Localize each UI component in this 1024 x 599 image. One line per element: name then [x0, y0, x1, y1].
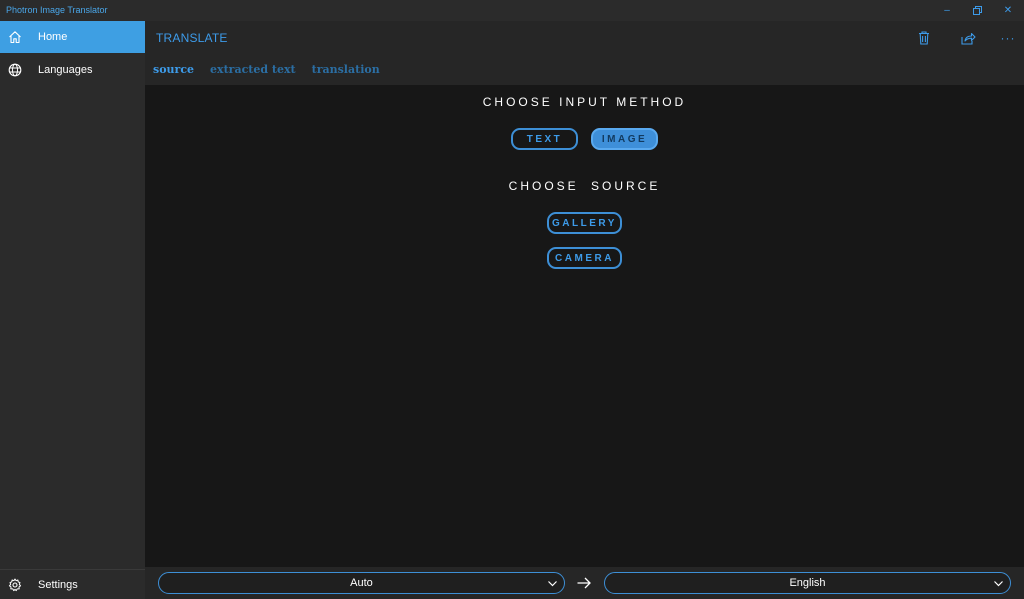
minimize-button[interactable]: –	[932, 0, 962, 21]
tab-extracted-text[interactable]: extracted text	[210, 63, 296, 76]
trash-icon	[919, 31, 929, 45]
restore-icon	[972, 6, 982, 15]
source-title: CHOOSE SOURCE	[508, 179, 661, 193]
text-input-button[interactable]: TEXT	[511, 128, 578, 150]
close-icon: ✕	[1003, 5, 1013, 16]
app-title: Photron Image Translator	[6, 5, 108, 15]
gear-icon	[0, 569, 30, 599]
main-content: CHOOSE INPUT METHOD TEXT IMAGE CHOOSE SO…	[145, 85, 1024, 567]
globe-icon	[0, 54, 30, 86]
target-language-select[interactable]: English	[604, 572, 1011, 594]
source-language-select[interactable]: Auto	[158, 572, 565, 594]
language-bar: Auto English	[145, 567, 1024, 599]
close-button[interactable]: ✕	[993, 0, 1023, 21]
sidebar-item-settings[interactable]: Settings	[0, 569, 145, 599]
app-window: Photron Image Translator – ✕ Home Langua…	[0, 0, 1024, 599]
chevron-down-icon	[548, 581, 557, 587]
arrow-right-icon[interactable]	[576, 575, 592, 591]
tab-translation[interactable]: translation	[312, 63, 380, 76]
page-header: TRANSLATE ··· source extracted text tran…	[145, 21, 1024, 85]
camera-button[interactable]: CAMERA	[547, 247, 622, 269]
share-button[interactable]	[953, 26, 983, 50]
sidebar-item-label: Home	[38, 31, 68, 43]
tab-source[interactable]: source	[153, 63, 194, 76]
title-bar: Photron Image Translator – ✕	[0, 0, 1024, 21]
home-icon	[0, 21, 30, 53]
chevron-down-icon	[994, 581, 1003, 587]
input-method-title: CHOOSE INPUT METHOD	[482, 95, 687, 109]
target-language-value: English	[789, 577, 826, 589]
sidebar-item-label: Settings	[38, 578, 78, 591]
sidebar-item-home[interactable]: Home	[0, 21, 145, 53]
image-input-button[interactable]: IMAGE	[591, 128, 658, 150]
sidebar: Home Languages Settings	[0, 21, 145, 599]
restore-button[interactable]	[962, 0, 992, 21]
sidebar-item-label: Languages	[38, 64, 93, 76]
more-icon: ···	[1000, 31, 1016, 45]
page-title: TRANSLATE	[156, 31, 228, 45]
more-options-button[interactable]: ···	[993, 26, 1023, 50]
delete-button[interactable]	[909, 26, 939, 50]
minimize-icon: –	[944, 5, 950, 16]
sidebar-item-languages[interactable]: Languages	[0, 54, 145, 86]
share-icon	[960, 32, 976, 45]
source-language-value: Auto	[350, 577, 373, 589]
tab-bar: source extracted text translation	[153, 63, 396, 76]
gallery-button[interactable]: GALLERY	[547, 212, 622, 234]
